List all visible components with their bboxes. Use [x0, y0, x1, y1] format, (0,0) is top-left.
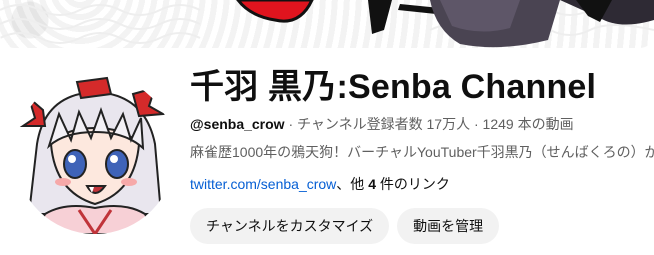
customize-channel-button[interactable]: チャンネルをカスタマイズ: [190, 208, 390, 244]
channel-links: twitter.com/senba_crow、他 4 件のリンク: [190, 174, 654, 194]
channel-description[interactable]: 麻雀歴1000年の鴉天狗！バーチャルYouTuber千羽黒乃（せんばくろの）が: [190, 142, 654, 162]
more-links-prefix: 、他: [336, 176, 369, 192]
manage-videos-button[interactable]: 動画を管理: [397, 208, 500, 244]
channel-meta: @senba_crow · チャンネル登録者数 17万人 · 1249 本の動画: [190, 114, 654, 134]
channel-banner: [0, 0, 654, 48]
channel-actions: チャンネルをカスタマイズ 動画を管理: [190, 208, 654, 244]
channel-avatar[interactable]: [15, 74, 175, 234]
meta-separator: ·: [288, 116, 298, 132]
avatar-illustration: [15, 74, 175, 234]
more-links[interactable]: 、他 4 件のリンク: [336, 176, 450, 192]
subscriber-count: チャンネル登録者数 17万人: [297, 116, 471, 132]
meta-separator: ·: [473, 116, 483, 132]
video-count: 1249 本の動画: [482, 116, 574, 132]
twitter-link[interactable]: twitter.com/senba_crow: [190, 176, 336, 192]
channel-handle: @senba_crow: [190, 116, 285, 132]
banner-artwork: [0, 0, 654, 48]
channel-title: 千羽 黒乃:Senba Channel: [190, 68, 597, 106]
channel-page: 千羽 黒乃:Senba Channel @senba_crow · チャンネル登…: [0, 0, 654, 255]
channel-info: 千羽 黒乃:Senba Channel @senba_crow · チャンネル登…: [190, 64, 654, 244]
more-links-suffix: 件のリンク: [375, 176, 450, 192]
more-links-count: 4: [368, 176, 376, 192]
